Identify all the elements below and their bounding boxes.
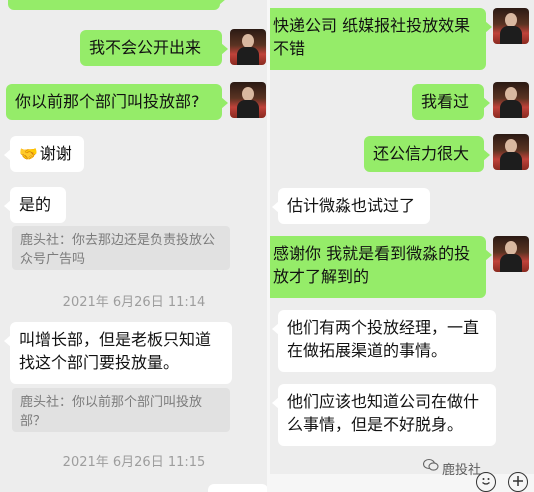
message-text: 估计微淼也试过了 [287, 196, 416, 215]
message-text: 还公信力很大 [373, 144, 470, 163]
message-bubble-sent[interactable]: 还公信力很大 [364, 136, 490, 172]
message-bubble-sent[interactable]: 你以前那个部门叫投放部? [6, 84, 228, 120]
avatar[interactable] [230, 29, 266, 65]
avatar[interactable] [493, 134, 529, 170]
message-text: 我看过 [421, 92, 470, 111]
message-bubble-received[interactable]: 他们有两个投放经理，一直在做拓展渠道的事情。 [272, 310, 496, 372]
message-text: 我不会公开出来 [89, 38, 202, 57]
avatar[interactable] [230, 82, 266, 118]
avatar-body [237, 100, 259, 118]
avatar-body [500, 100, 522, 118]
avatar-face [505, 13, 517, 27]
plus-glyph [513, 476, 523, 486]
message-bubble-sent[interactable]: 我看过 [412, 84, 490, 120]
watermark-text: 鹿投社 [442, 463, 482, 478]
avatar-body [500, 152, 522, 170]
emoji-icon[interactable] [476, 472, 496, 492]
message-bubble-sent[interactable]: 感谢你 我就是看到微淼的投放才了解到的 [270, 236, 492, 298]
avatar-body [500, 26, 522, 44]
avatar[interactable] [493, 8, 529, 44]
avatar-face [505, 139, 517, 153]
message-bubble-received[interactable]: 叫增长部，但是老板只知道找这个部门要投放量。 [4, 322, 232, 384]
avatar[interactable] [493, 82, 529, 118]
timestamp: 2021年 6月26日 11:14 [62, 295, 206, 310]
message-bubble-received[interactable]: 估计微淼也试过了 [272, 188, 430, 224]
avatar-face [242, 87, 254, 101]
message-text: 是的 [19, 195, 52, 214]
message-bubble-received[interactable]: 是的 [4, 187, 66, 223]
message-bubble-sent[interactable]: 快递公司 纸媒报社投放效果不错 [270, 8, 492, 70]
timestamp: 2021年 6月26日 11:15 [62, 455, 206, 470]
partial-bubble-top[interactable] [8, 0, 226, 10]
emoji-face-glyph [482, 478, 490, 485]
avatar-face [505, 241, 517, 255]
message-bubble-received[interactable]: 🤝 谢谢 [4, 136, 84, 172]
message-text: 他们应该也知道公司在做什么事情，但是不好脱身。 [287, 392, 480, 434]
quoted-text: 鹿头社：你去那边还是负责投放公众号广告吗 [20, 233, 216, 267]
message-text: 快递公司 纸媒报社投放效果不错 [273, 16, 471, 58]
message-bubble-received[interactable]: 他们应该也知道公司在做什么事情，但是不好脱身。 [272, 384, 496, 446]
handshake-emoji: 🤝 [19, 145, 38, 163]
message-text: 叫增长部，但是老板只知道找这个部门要投放量。 [19, 330, 212, 372]
plus-icon[interactable] [508, 472, 528, 492]
quoted-text: 鹿头社：你以前那个部门叫投放部？ [20, 395, 203, 429]
avatar-body [237, 47, 259, 65]
avatar-body [500, 254, 522, 272]
avatar[interactable] [493, 236, 529, 272]
quoted-message[interactable]: 鹿头社：你去那边还是负责投放公众号广告吗 [12, 226, 230, 270]
wechat-logo-icon [423, 458, 439, 471]
avatar-face [505, 87, 517, 101]
message-text: 感谢你 我就是看到微淼的投放才了解到的 [273, 244, 471, 286]
avatar-face [242, 34, 254, 48]
quoted-message[interactable]: 鹿头社：你以前那个部门叫投放部？ [12, 388, 230, 432]
message-text: 他们有两个投放经理，一直在做拓展渠道的事情。 [287, 318, 480, 360]
message-text: 你以前那个部门叫投放部? [15, 92, 200, 111]
chat-pane-left: 我不会公开出来 你以前那个部门叫投放部? 🤝 谢谢 是的 鹿头社：你去那边还是负责… [0, 0, 268, 492]
message-text: 谢谢 [39, 144, 72, 163]
chat-pane-right: 快递公司 纸媒报社投放效果不错 我看过 还公信力很大 估计微淼也试过了 感谢你 … [270, 0, 534, 492]
partial-bubble-bottom [208, 484, 268, 492]
message-bubble-sent[interactable]: 我不会公开出来 [80, 30, 228, 66]
